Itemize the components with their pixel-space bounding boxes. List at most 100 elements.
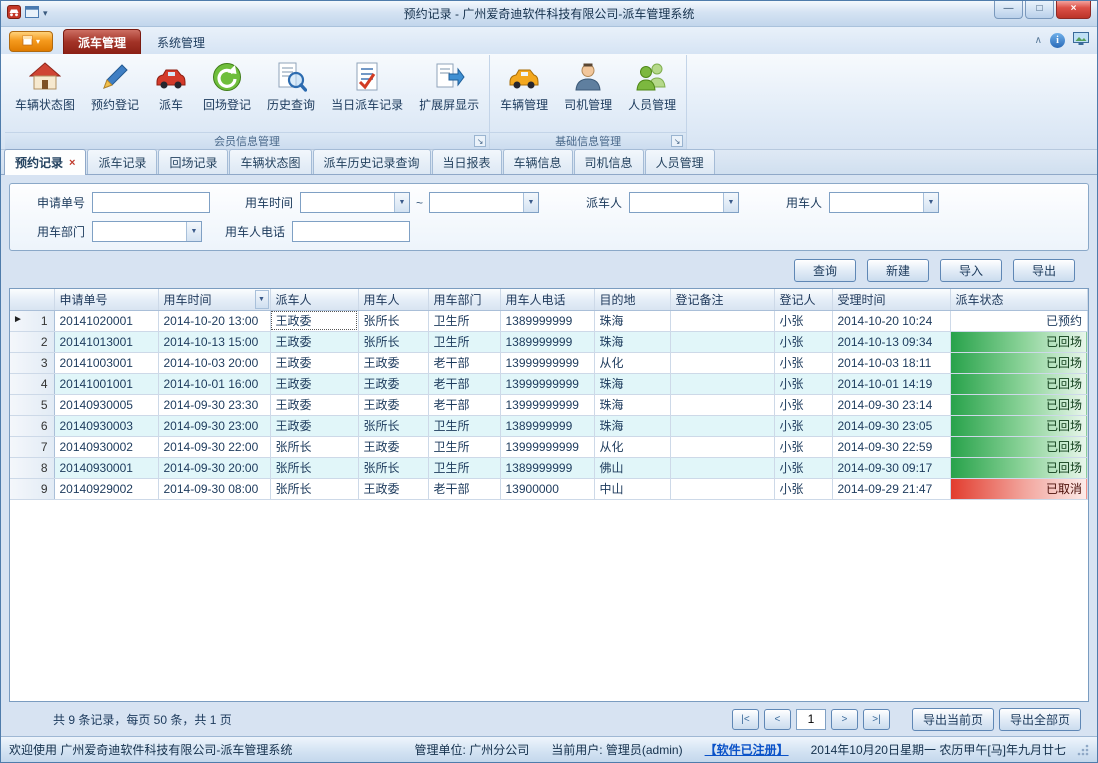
column-header-department[interactable]: 用车部门 [428,289,500,310]
export-current-page-button[interactable]: 导出当前页 [912,708,994,731]
cell-destination[interactable]: 珠海 [594,310,670,331]
row-header[interactable]: 6 [10,415,54,436]
column-header-destination[interactable]: 目的地 [594,289,670,310]
row-header[interactable]: ►1 [10,310,54,331]
cell-use_time[interactable]: 2014-10-01 16:00 [158,373,270,394]
cell-user[interactable]: 王政委 [358,436,428,457]
column-header-use_time[interactable]: 用车时间▼ [158,289,270,310]
cell-accept_time[interactable]: 2014-09-30 23:14 [832,394,950,415]
cell-status[interactable]: 已回场 [950,373,1088,394]
info-icon[interactable]: i [1050,33,1065,48]
row-header[interactable]: 8 [10,457,54,478]
chevron-down-icon[interactable]: ▼ [523,193,538,212]
cell-status[interactable]: 已回场 [950,457,1088,478]
cell-destination[interactable]: 珠海 [594,415,670,436]
cell-destination[interactable]: 从化 [594,352,670,373]
column-header-apply_no[interactable]: 申请单号 [54,289,158,310]
application-menu-button[interactable]: ▾ [9,31,53,52]
cell-department[interactable]: 老干部 [428,394,500,415]
cell-registrar[interactable]: 小张 [774,352,832,373]
cell-accept_time[interactable]: 2014-09-30 09:17 [832,457,950,478]
row-header[interactable]: 4 [10,373,54,394]
cell-registrar[interactable]: 小张 [774,331,832,352]
cell-status[interactable]: 已回场 [950,331,1088,352]
cell-user[interactable]: 张所长 [358,331,428,352]
ribbon-button-vehicle-management[interactable]: 车辆管理 [492,57,556,117]
cell-dispatcher[interactable]: 王政委 [270,352,358,373]
cell-destination[interactable]: 中山 [594,478,670,499]
cell-dispatcher[interactable]: 王政委 [270,415,358,436]
cell-remark[interactable] [670,373,774,394]
close-button[interactable]: × [1056,1,1091,19]
document-tab-daily-report[interactable]: 当日报表 [432,149,502,174]
use-time-from-select[interactable]: ▼ [300,192,410,213]
column-filter-icon[interactable]: ▼ [255,290,269,309]
page-number-input[interactable] [796,709,826,730]
cell-destination[interactable]: 佛山 [594,457,670,478]
cell-use_time[interactable]: 2014-10-20 13:00 [158,310,270,331]
cell-remark[interactable] [670,310,774,331]
ribbon-tab-system-management[interactable]: 系统管理 [143,30,219,54]
ribbon-button-vehicle-status-chart[interactable]: 车辆状态图 [7,57,83,117]
cell-destination[interactable]: 珠海 [594,373,670,394]
cell-remark[interactable] [670,331,774,352]
chevron-down-icon[interactable]: ▼ [186,222,201,241]
cell-remark[interactable] [670,478,774,499]
row-header[interactable]: 7 [10,436,54,457]
cell-apply_no[interactable]: 20141003001 [54,352,158,373]
cell-accept_time[interactable]: 2014-10-13 09:34 [832,331,950,352]
cell-remark[interactable] [670,394,774,415]
cell-status[interactable]: 已回场 [950,394,1088,415]
qat-dropdown-icon[interactable]: ▾ [43,8,48,19]
resize-grip-icon[interactable] [1076,743,1089,756]
import-button[interactable]: 导入 [940,259,1002,282]
cell-department[interactable]: 卫生所 [428,331,500,352]
apply-no-input[interactable] [92,192,210,213]
cell-status[interactable]: 已回场 [950,415,1088,436]
cell-destination[interactable]: 珠海 [594,394,670,415]
column-header-user[interactable]: 用车人 [358,289,428,310]
cell-department[interactable]: 卫生所 [428,457,500,478]
document-tab-driver-info[interactable]: 司机信息 [574,149,644,174]
export-all-pages-button[interactable]: 导出全部页 [999,708,1081,731]
close-tab-icon[interactable]: × [69,157,75,169]
dispatcher-select[interactable]: ▼ [629,192,739,213]
cell-apply_no[interactable]: 20140930003 [54,415,158,436]
cell-remark[interactable] [670,352,774,373]
phone-input[interactable] [292,221,410,242]
last-page-button[interactable]: >| [863,709,890,730]
cell-apply_no[interactable]: 20140929002 [54,478,158,499]
cell-department[interactable]: 卫生所 [428,310,500,331]
cell-user[interactable]: 张所长 [358,415,428,436]
cell-user[interactable]: 王政委 [358,373,428,394]
cell-phone[interactable]: 13999999999 [500,373,594,394]
ribbon-button-history-query[interactable]: 历史查询 [259,57,323,117]
cell-user[interactable]: 张所长 [358,310,428,331]
cell-dispatcher[interactable]: 王政委 [270,331,358,352]
cell-phone[interactable]: 1389999999 [500,310,594,331]
cell-status[interactable]: 已回场 [950,436,1088,457]
cell-user[interactable]: 王政委 [358,394,428,415]
cell-department[interactable]: 老干部 [428,373,500,394]
user-select[interactable]: ▼ [829,192,939,213]
cell-registrar[interactable]: 小张 [774,415,832,436]
document-tab-reservation-records[interactable]: 预约记录× [4,149,86,175]
first-page-button[interactable]: |< [732,709,759,730]
ribbon-button-driver-management[interactable]: 司机管理 [556,57,620,117]
chevron-down-icon[interactable]: ▼ [923,193,938,212]
row-header[interactable]: 9 [10,478,54,499]
new-button[interactable]: 新建 [867,259,929,282]
cell-department[interactable]: 老干部 [428,352,500,373]
export-button[interactable]: 导出 [1013,259,1075,282]
column-header-status[interactable]: 派车状态 [950,289,1088,310]
cell-dispatcher[interactable]: 王政委 [270,310,358,331]
cell-use_time[interactable]: 2014-10-13 15:00 [158,331,270,352]
cell-user[interactable]: 张所长 [358,457,428,478]
document-tab-vehicle-info[interactable]: 车辆信息 [503,149,573,174]
cell-status[interactable]: 已预约 [950,310,1088,331]
cell-apply_no[interactable]: 20141013001 [54,331,158,352]
cell-dispatcher[interactable]: 张所长 [270,478,358,499]
cell-accept_time[interactable]: 2014-09-30 22:59 [832,436,950,457]
cell-accept_time[interactable]: 2014-10-20 10:24 [832,310,950,331]
document-tab-return-records[interactable]: 回场记录 [158,149,228,174]
